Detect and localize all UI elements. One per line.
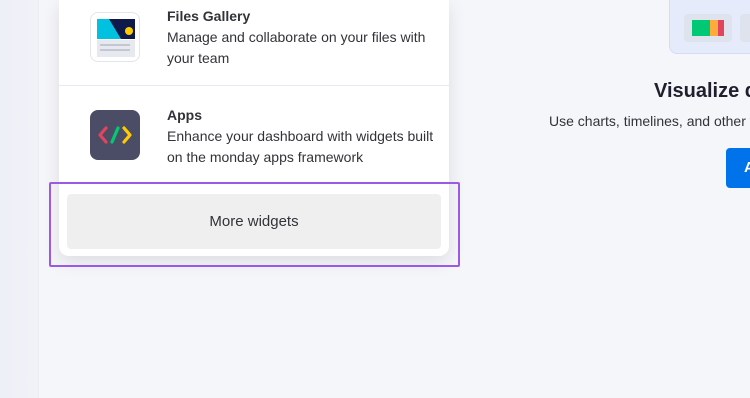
more-widgets-button[interactable]: More widgets [67, 194, 441, 249]
files-gallery-icon [90, 12, 140, 62]
preview-bar-red [718, 20, 724, 36]
preview-bar-green [692, 20, 710, 36]
left-sidebar-rail [0, 0, 39, 398]
apps-code-icon [90, 110, 140, 160]
preview-bar-orange [710, 20, 718, 36]
widget-title: Apps [167, 107, 202, 123]
promo-action-button[interactable]: A [726, 148, 750, 188]
widget-title: Files Gallery [167, 8, 251, 24]
widget-option-files-gallery[interactable]: Files Gallery Manage and collaborate on … [59, 0, 449, 86]
preview-chart-chip-2 [740, 14, 750, 42]
widget-description: Manage and collaborate on your files wit… [167, 29, 426, 66]
promo-title: Visualize d [654, 80, 750, 102]
widget-option-apps[interactable]: Apps Enhance your dashboard with widgets… [59, 87, 449, 183]
widget-description: Enhance your dashboard with widgets buil… [167, 128, 434, 165]
promo-subtitle: Use charts, timelines, and other v [549, 113, 750, 129]
